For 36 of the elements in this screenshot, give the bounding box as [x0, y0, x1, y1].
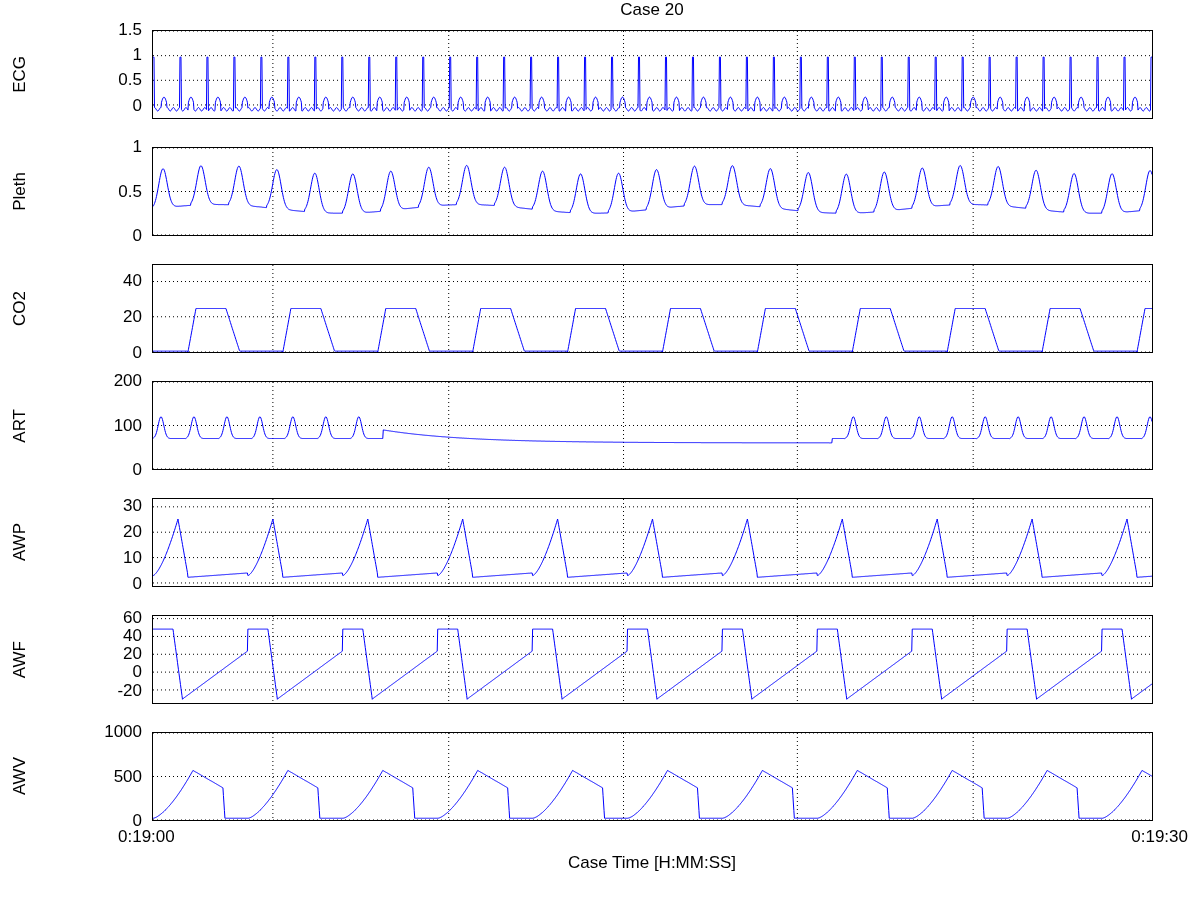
tick-label: 500 [113, 767, 142, 786]
tick-label: 200 [113, 372, 142, 390]
tick-label: 0 [132, 344, 142, 362]
tick-label: 60 [123, 608, 142, 627]
tick-label: 0.5 [118, 71, 142, 90]
tick-label: 0 [132, 96, 142, 115]
axis-label: Pleth [10, 172, 30, 211]
axis-label: AWV [10, 757, 30, 796]
tick-label: 20 [123, 645, 142, 664]
tick-label: -20 [117, 681, 142, 700]
tick-label: 0 [132, 663, 142, 682]
chart-title: Case 20 [620, 0, 684, 21]
axis-label: ECG [10, 56, 30, 93]
axis-label: AWP [10, 523, 30, 562]
axis-label: CO2 [10, 291, 30, 326]
tick-label: 1 [132, 46, 142, 65]
tick-label: 100 [113, 416, 142, 435]
tick-label: 1.5 [118, 21, 142, 39]
tick-label: 0 [132, 461, 142, 479]
tick-label: 30 [123, 497, 142, 515]
tick-label: 0.5 [118, 182, 142, 201]
axis-label: Case Time [H:MM:SS] [567, 853, 737, 873]
tick-label: 0 [132, 227, 142, 245]
tick-label: 1000 [104, 723, 142, 741]
tick-label: 10 [123, 548, 142, 567]
tick-label: 0 [132, 812, 142, 830]
tick-label: 0 [132, 574, 142, 593]
tick-label: 0:19:30 [1131, 827, 1188, 847]
tick-label: 20 [123, 522, 142, 541]
tick-label: 40 [123, 626, 142, 645]
tick-label: 40 [123, 271, 142, 290]
axis-label: AWF [10, 640, 30, 679]
tick-label: 1 [132, 138, 142, 156]
tick-label: 20 [123, 307, 142, 326]
axis-label: ART [10, 408, 30, 443]
tick-label: 0:19:00 [118, 827, 175, 847]
